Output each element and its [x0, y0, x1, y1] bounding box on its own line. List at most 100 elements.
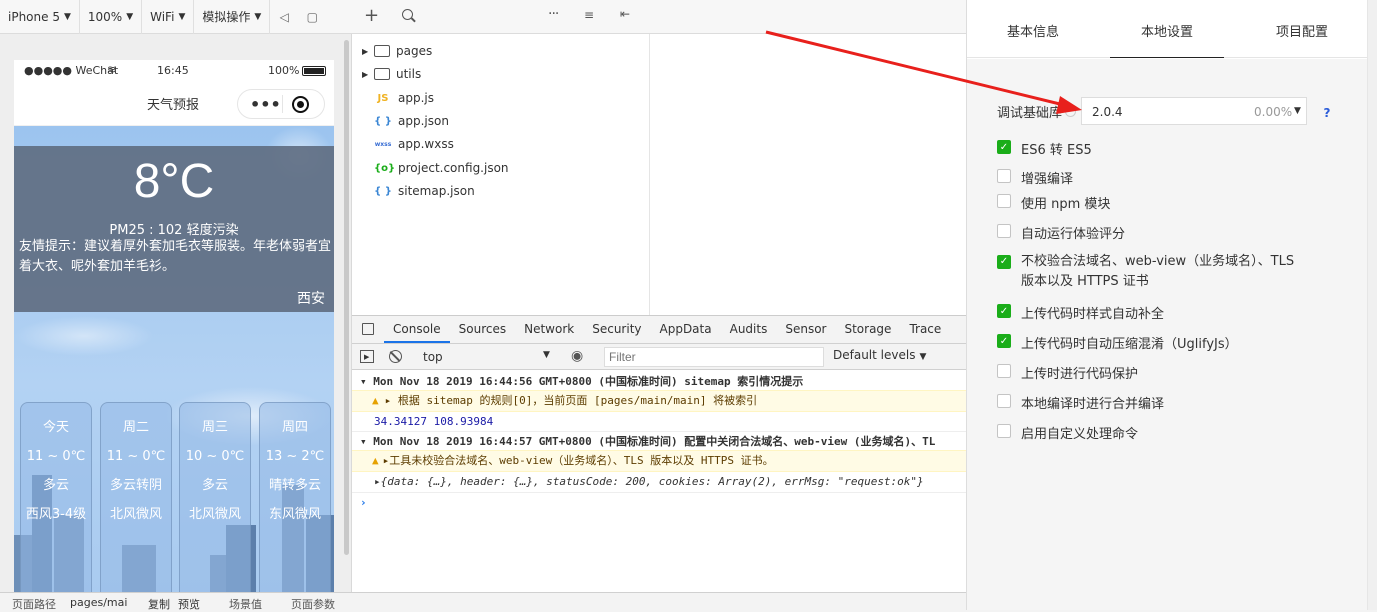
- inspect-element-icon[interactable]: [352, 315, 384, 343]
- filetree-toolbar: + ··· ≡ ⇤: [352, 0, 650, 34]
- local-settings-body: 调试基础库 2.0.4 0.00% ▼ ? ✓ ES6 转 ES5 增强编译 使用…: [967, 59, 1367, 610]
- sidebar-toggle-icon[interactable]: ▶: [360, 350, 374, 363]
- checkbox-icon[interactable]: [997, 394, 1011, 408]
- checkbox-checked-icon[interactable]: ✓: [997, 255, 1011, 269]
- search-icon[interactable]: [402, 9, 416, 23]
- option-label: 自动运行体验评分: [1021, 227, 1126, 242]
- config-file-icon: {o}: [374, 162, 396, 174]
- device-select[interactable]: iPhone 5 ▼: [0, 0, 80, 34]
- option-enhanced-compile[interactable]: 增强编译: [997, 168, 1073, 187]
- checkbox-checked-icon[interactable]: ✓: [997, 304, 1011, 318]
- option-skip-domain-check[interactable]: ✓ 不校验合法域名、web-view（业务域名）、TLS 版本以及 HTTPS 证…: [997, 252, 1307, 292]
- checkbox-icon[interactable]: [997, 169, 1011, 183]
- js-file-icon: JS: [377, 92, 389, 104]
- option-merge-compile[interactable]: 本地编译时进行合并编译: [997, 393, 1164, 412]
- console-warning[interactable]: ▲ ▸工具未校验合法域名、web-view（业务域名）、TLS 版本以及 HTTP…: [352, 450, 966, 472]
- option-label: 使用 npm 模块: [1021, 197, 1111, 212]
- more-icon[interactable]: ···: [548, 6, 559, 22]
- tree-item-project-config[interactable]: {o} project.config.json: [374, 157, 509, 179]
- base-lib-select[interactable]: 2.0.4 0.00% ▼: [1081, 97, 1307, 125]
- option-code-protection[interactable]: 上传时进行代码保护: [997, 363, 1138, 382]
- help-icon[interactable]: ?: [1318, 104, 1336, 122]
- network-select[interactable]: WiFi ▼: [142, 0, 195, 34]
- tree-item-sitemap-json[interactable]: { } sitemap.json: [374, 180, 475, 202]
- more-icon[interactable]: •••: [250, 95, 281, 114]
- battery-label: 100%: [268, 64, 300, 77]
- tab-console[interactable]: Console: [384, 315, 450, 343]
- warning-icon: ▲: [372, 454, 379, 467]
- console-filter-input[interactable]: [604, 347, 824, 367]
- forecast-condition: 多云: [42, 478, 69, 493]
- option-es6-to-es5[interactable]: ✓ ES6 转 ES5: [997, 139, 1092, 158]
- tab-security[interactable]: Security: [583, 315, 650, 343]
- zoom-select[interactable]: 100% ▼: [80, 0, 143, 34]
- forecast-day: 周三: [201, 420, 228, 435]
- close-icon[interactable]: [292, 96, 309, 113]
- simulator-scrollbar[interactable]: [344, 40, 349, 555]
- simulator-pane: iPhone 5 ▼ 100% ▼ WiFi ▼ 模拟操作 ▼ ◁ ▢ ●●●●● We…: [0, 0, 352, 610]
- tab-local-settings[interactable]: 本地设置: [1110, 0, 1224, 58]
- checkbox-icon[interactable]: [997, 224, 1011, 238]
- forecast-temp: 10 ~ 0℃: [185, 449, 245, 464]
- console-object[interactable]: ▸{data: {…}, header: {…}, statusCode: 20…: [352, 472, 966, 492]
- simulate-select[interactable]: 模拟操作 ▼: [194, 0, 271, 34]
- tree-item-app-json[interactable]: { } app.json: [374, 110, 449, 132]
- collapse-panel-icon[interactable]: ⇤: [620, 7, 630, 21]
- console-group-header[interactable]: ▾ Mon Nov 18 2019 16:44:56 GMT+0800 (中国标…: [352, 372, 966, 392]
- tree-item-label: app.js: [398, 91, 434, 105]
- option-uglify-on-upload[interactable]: ✓ 上传代码时自动压缩混淆（UglifyJs）: [997, 333, 1238, 352]
- chevron-down-icon: ▼: [178, 11, 186, 22]
- forecast-card: 今天 11 ~ 0℃ 多云 西风3-4级: [20, 402, 92, 595]
- console-warning[interactable]: ▲ ▸ 根据 sitemap 的规则[0]，当前页面 [pages/main/ma…: [352, 390, 966, 412]
- checkbox-icon[interactable]: [997, 424, 1011, 438]
- tab-audits[interactable]: Audits: [721, 315, 777, 343]
- context-select[interactable]: top ▼: [415, 346, 555, 368]
- checkbox-checked-icon[interactable]: ✓: [997, 140, 1011, 154]
- devtools-panel: Console Sources Network Security AppData…: [352, 315, 966, 610]
- option-npm-modules[interactable]: 使用 npm 模块: [997, 193, 1110, 212]
- phone-screen: ●●●●● WeChat ≋ 16:45 100% 天气预报 ••• 8°C P…: [14, 60, 334, 595]
- tree-item-app-wxss[interactable]: wxss app.wxss: [374, 133, 454, 155]
- tree-item-utils[interactable]: ▶ utils: [362, 63, 421, 85]
- tab-sensor[interactable]: Sensor: [776, 315, 835, 343]
- option-custom-commands[interactable]: 启用自定义处理命令: [997, 423, 1138, 442]
- console-group-header[interactable]: ▾ Mon Nov 18 2019 16:44:57 GMT+0800 (中国标…: [352, 431, 966, 451]
- tab-trace[interactable]: Trace: [900, 315, 950, 343]
- checkbox-icon[interactable]: [997, 194, 1011, 208]
- forecast-wind: 北风微风: [109, 507, 162, 522]
- page-title: 天气预报: [147, 98, 200, 113]
- tree-item-label: app.wxss: [398, 137, 454, 151]
- option-auto-audit[interactable]: 自动运行体验评分: [997, 223, 1125, 242]
- add-icon[interactable]: +: [364, 5, 379, 26]
- chevron-right-icon: ▶: [362, 69, 369, 79]
- editor-area[interactable]: [650, 34, 966, 315]
- tab-project-config[interactable]: 项目配置: [1257, 0, 1347, 58]
- tab-storage[interactable]: Storage: [835, 315, 900, 343]
- option-style-autoprefix[interactable]: ✓ 上传代码时样式自动补全: [997, 303, 1164, 322]
- option-label: 上传代码时自动压缩混淆（UglifyJs）: [1021, 337, 1238, 352]
- log-levels-select[interactable]: Default levels ▼: [833, 348, 926, 362]
- forecast-temp: 11 ~ 0℃: [26, 449, 86, 464]
- json-file-icon: { }: [374, 185, 392, 197]
- tab-appdata[interactable]: AppData: [651, 315, 721, 343]
- forecast-card: 周四 13 ~ 2℃ 晴转多云 东风微风: [259, 402, 331, 595]
- eye-icon[interactable]: ◉: [571, 348, 583, 364]
- checkbox-icon[interactable]: [997, 364, 1011, 378]
- sort-icon[interactable]: ≡: [584, 8, 594, 22]
- checkbox-checked-icon[interactable]: ✓: [997, 334, 1011, 348]
- tab-network[interactable]: Network: [515, 315, 583, 343]
- clear-console-icon[interactable]: [389, 350, 402, 363]
- chevron-down-icon: ▼: [1294, 106, 1301, 116]
- settings-scrollbar[interactable]: [1367, 0, 1377, 610]
- wifi-icon: ≋: [107, 63, 117, 76]
- file-tree: ▶ pages ▶ utils JS app.js { } app.json wxss a…: [352, 34, 650, 315]
- tree-item-pages[interactable]: ▶ pages: [362, 40, 432, 62]
- volume-icon[interactable]: ◁: [270, 0, 298, 34]
- tree-item-app-js[interactable]: JS app.js: [374, 87, 434, 109]
- console-prompt[interactable]: ›: [352, 492, 966, 512]
- network-label: WiFi: [150, 9, 175, 24]
- console-warning-text: ▸ 根据 sitemap 的规则[0]，当前页面 [pages/main/mai…: [384, 394, 758, 407]
- detach-window-icon[interactable]: ▢: [298, 0, 326, 34]
- tab-basic-info[interactable]: 基本信息: [987, 0, 1079, 58]
- tab-sources[interactable]: Sources: [450, 315, 515, 343]
